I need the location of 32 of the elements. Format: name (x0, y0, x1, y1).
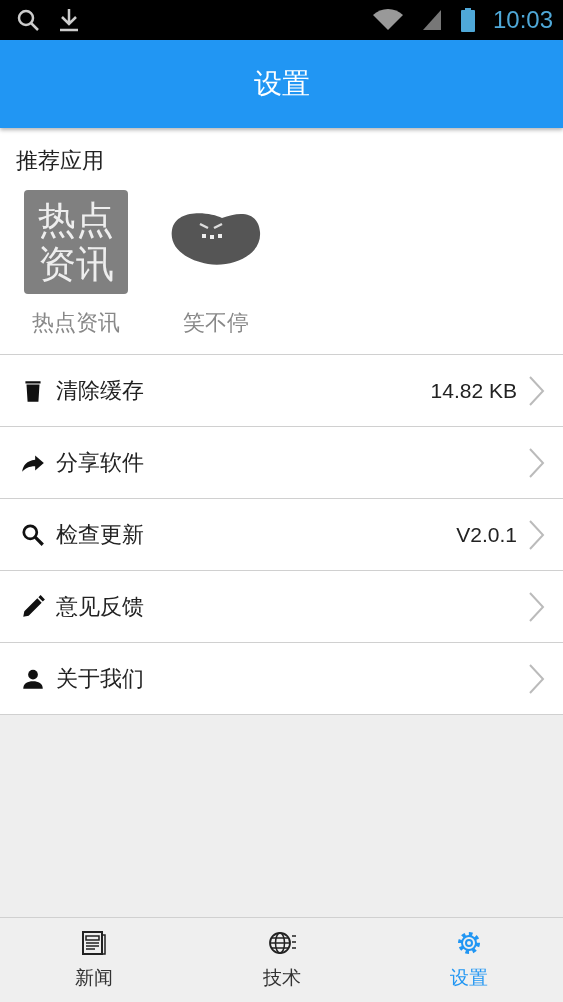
pencil-icon (20, 593, 46, 620)
wifi-icon (372, 8, 403, 32)
settings-row[interactable]: 意见反馈 (0, 571, 563, 643)
clock: 10:03 (492, 6, 553, 34)
row-label: 清除缓存 (56, 376, 145, 405)
search-icon (20, 521, 46, 548)
chevron-icon (527, 446, 545, 479)
battery-icon (460, 8, 475, 32)
chevron-icon (527, 374, 545, 407)
row-label: 检查更新 (56, 520, 145, 549)
settings-row[interactable]: 清除缓存 14.82 KB (0, 355, 563, 427)
row-label: 意见反馈 (56, 592, 145, 621)
globe-icon (266, 929, 297, 957)
app-name[interactable]: 热点资讯 (32, 308, 120, 338)
settings-row[interactable]: 分享软件 (0, 427, 563, 499)
row-value: 14.82 KB (430, 378, 517, 403)
section-title: 推荐应用 (16, 147, 105, 175)
chevron-icon (527, 590, 545, 623)
nav-tab[interactable]: 技术 (187, 918, 376, 1002)
search-icon (16, 8, 40, 32)
nav-tab[interactable]: 新闻 (0, 918, 188, 1002)
row-value: V2.0.1 (456, 522, 517, 547)
settings-row[interactable]: 检查更新 V2.0.1 (0, 499, 563, 571)
settings-row[interactable]: 关于我们 (0, 643, 563, 715)
chevron-icon (527, 518, 545, 551)
signal-icon (420, 8, 443, 32)
download-icon (58, 8, 80, 32)
page-title: 设置 (253, 66, 310, 102)
row-label: 分享软件 (56, 448, 145, 477)
row-label: 关于我们 (56, 664, 145, 693)
app-name[interactable]: 笑不停 (183, 308, 249, 338)
chevron-icon (527, 662, 545, 695)
